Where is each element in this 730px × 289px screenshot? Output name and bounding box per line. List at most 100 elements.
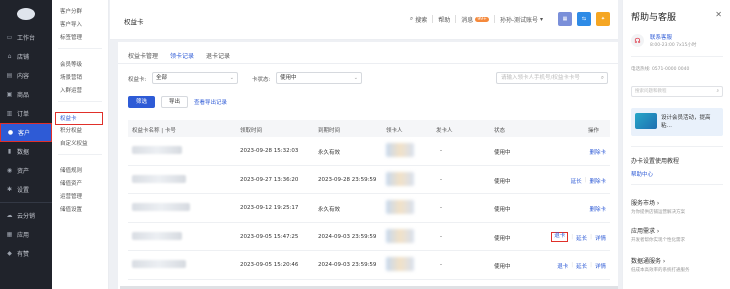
nav-item-chart[interactable]: ▮ 数据 [0,142,52,161]
action-1[interactable]: 延长 [576,234,587,242]
view-export-link[interactable]: 查看导出记录 [194,98,227,106]
expire-time: 2024-09-03 23:59:59 [318,262,377,268]
search-placeholder: 请输入领卡人手机号/权益卡卡号 [501,75,580,81]
nav-item-store[interactable]: ⌂ 店铺 [0,47,52,66]
column-header: 状态 [494,128,506,134]
filter-bar: 权益卡: 全部 ⌄ 卡状态: 使用中 ⌄ 请输入领卡人手机号/权益卡卡号 ⌕ [128,72,608,84]
nav-divider [0,202,52,203]
tab-1[interactable]: 领卡记录 [170,48,195,64]
table-row: 2023-09-05 15:47:25 2024-09-03 23:59:59 - 使… [128,223,610,251]
column-header: 领卡人 [386,128,403,134]
nav-item-apps[interactable]: ▦ 应用 [0,225,52,244]
subnav-item[interactable]: 会员等级 [52,59,108,72]
nav-item-user[interactable]: ● 客户 [0,123,52,142]
help-search-input[interactable]: 搜索问题和教程 ⌕ [631,86,723,97]
row-actions: 延长 | 删除卡 [571,177,606,185]
divider: | [584,176,587,183]
subnav-item[interactable]: 场景营销 [52,72,108,85]
nav-item-cloud[interactable]: ☁ 云分销 [0,206,52,225]
nav-item-monitor[interactable]: ▭ 工作台 [0,28,52,47]
issuer: - [440,233,442,240]
subnav-item[interactable]: 客户分群 [52,6,108,19]
close-icon[interactable]: ✕ [715,10,722,19]
card-select[interactable]: 全部 ⌄ [152,72,238,84]
tab-bar: 权益卡管理 领卡记录 退卡记录 [128,48,230,64]
help-center-link[interactable]: 帮助中心 [631,170,653,178]
card-search-input[interactable]: 请输入领卡人手机号/权益卡卡号 ⌕ [496,72,608,84]
nav-item-content[interactable]: ▤ 内容 [0,66,52,85]
store-switch-icon[interactable]: ⇆ [577,12,591,26]
status-select[interactable]: 使用中 ⌄ [276,72,362,84]
help-button[interactable]: 帮助 [438,15,450,24]
action-2[interactable]: 详情 [595,234,606,242]
nav-item-label: 应用 [17,232,30,239]
nav-item-label: 有赞 [17,251,30,258]
primary-nav: ▭ 工作台 ⌂ 店铺 ▤ 内容 ▣ 商品 ▥ 订单 ● 客户 ▮ 数据 ◉ 资产 ✱ 设置 ☁ 云分销 ▦ 应用 ◆ 有赞 [0,0,52,289]
card-name-redacted [132,260,186,268]
contact-service-link[interactable]: 联系客服 [650,33,672,41]
table-row: 2023-09-28 15:32:03 永久有效 - 使用中 删除卡 [128,137,610,166]
nav-item-asset[interactable]: ◉ 资产 [0,161,52,180]
promo-banner[interactable]: 设计会员活动，提高粘… [631,108,723,136]
action-0[interactable]: 退卡 [557,262,568,270]
search-label: 搜索 [415,16,428,24]
action-0[interactable]: 删除卡 [589,205,606,213]
divider: | [590,233,592,240]
nav-item-label: 工作台 [17,35,36,42]
page-title: 权益卡 [124,18,144,26]
cloud-icon: ☁ [6,212,13,219]
nav-item-label: 设置 [17,187,30,194]
subnav-item[interactable]: 权益卡 [55,112,103,125]
nav-item-label: 内容 [17,73,30,80]
app-demand-link[interactable]: 应用需求 › [631,226,659,235]
table-row: 2023-09-12 19:25:17 永久有效 - 使用中 删除卡 [128,194,610,223]
calendar-icon[interactable]: ▦ [558,12,572,26]
export-button[interactable]: 导出 [161,96,189,108]
gear-icon: ✱ [6,186,13,193]
subnav-item[interactable]: 入群运营 [52,85,108,98]
subnav-item[interactable]: 标签管理 [52,32,108,45]
subnav-item[interactable]: 运营管理 [52,191,108,204]
nav-item-gear[interactable]: ✱ 设置 [0,180,52,199]
action-0[interactable]: 延长 [571,177,582,185]
service-market-link[interactable]: 服务市场 › [631,198,659,207]
subnav-item[interactable]: 积分权益 [52,125,108,138]
gift-icon[interactable]: ✦ [596,12,610,26]
search-icon: ⌕ [600,75,604,81]
subnav-item[interactable]: 储值资产 [52,178,108,191]
filter-button[interactable]: 筛选 [128,96,156,108]
nav-item-label: 店铺 [17,54,30,61]
store-icon: ⌂ [7,53,12,60]
logo-mark [17,8,35,20]
account-name: 孙孙-测试账号 [499,16,538,24]
subnav-divider [58,154,102,155]
subnav-item[interactable]: 客户导入 [52,19,108,32]
tab-0[interactable]: 权益卡管理 [128,48,158,64]
nav-item-bag[interactable]: ◆ 有赞 [0,244,52,263]
messages-button[interactable]: 消息 99+ [461,15,489,24]
account-menu[interactable]: 孙孙-测试账号 ▾ [500,15,543,24]
action-0[interactable]: 删除卡 [589,148,606,156]
tab-2[interactable]: 退卡记录 [206,48,230,64]
search-button[interactable]: ⌕ 搜索 [410,15,427,24]
card-name-redacted [132,146,182,154]
action-0[interactable]: 退卡 [551,231,569,242]
divider [631,146,723,147]
nav-item-order[interactable]: ▥ 订单 [0,104,52,123]
divider [493,15,495,23]
divider: | [571,233,574,240]
subnav-item[interactable]: 储值规则 [52,165,108,178]
subnav-item[interactable]: 自定义权益 [52,138,108,151]
action-1[interactable]: 删除卡 [589,177,606,185]
action-2[interactable]: 详情 [595,262,606,270]
table-row: 2023-09-05 15:20:46 2024-09-03 23:59:59 - 使… [128,251,610,280]
data-service-link[interactable]: 数据通服务 › [631,256,665,265]
subnav-item[interactable]: 储值设置 [52,204,108,217]
nav-item-goods[interactable]: ▣ 商品 [0,85,52,104]
holder-redacted [386,143,414,157]
issuer: - [440,262,442,268]
received-time: 2023-09-05 15:20:46 [240,262,299,268]
nav-item-label: 订单 [17,111,30,118]
action-1[interactable]: 延长 [576,262,587,270]
logo[interactable] [0,0,52,28]
